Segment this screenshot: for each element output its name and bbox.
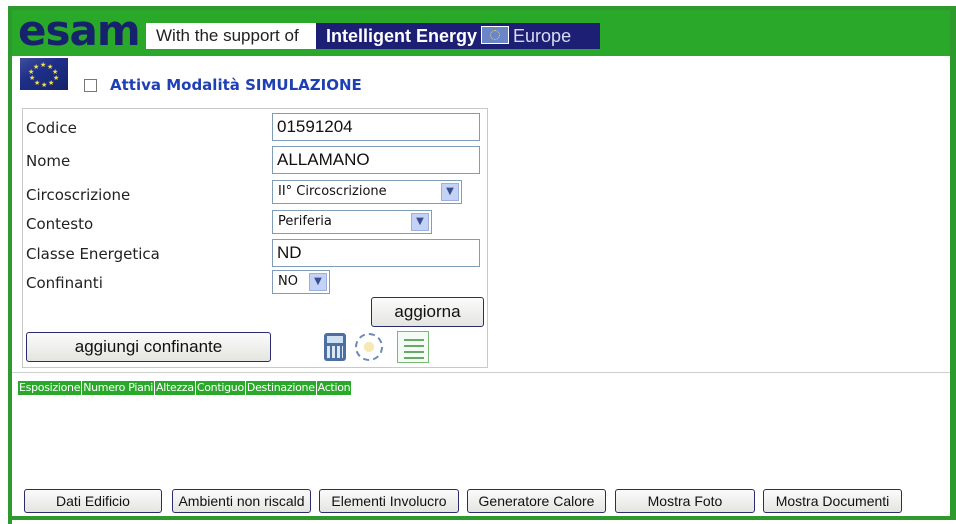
dati-edificio-button[interactable]: Dati Edificio: [24, 489, 162, 513]
contesto-select[interactable]: Periferia ▼: [272, 210, 432, 234]
support-text: With the support of: [146, 23, 316, 49]
ambienti-non-riscald-button[interactable]: Ambienti non riscald: [172, 489, 311, 513]
frame-border: [950, 6, 956, 516]
column-header: Esposizione: [18, 381, 83, 395]
mostra-documenti-button[interactable]: Mostra Documenti: [763, 489, 902, 513]
frame-border: [8, 516, 956, 520]
nome-field[interactable]: ALLAMANO: [272, 146, 480, 174]
chevron-down-icon[interactable]: ▼: [441, 183, 459, 201]
column-header: Numero Piani: [82, 381, 155, 395]
contesto-value: Periferia: [278, 214, 332, 229]
column-header: Contiguo: [195, 381, 246, 395]
globe-icon[interactable]: [355, 333, 383, 361]
confinanti-select[interactable]: NO ▼: [272, 270, 330, 294]
column-header: Action: [316, 381, 353, 395]
mostra-foto-button[interactable]: Mostra Foto: [615, 489, 755, 513]
program-region: Europe: [513, 26, 572, 46]
aggiungi-confinante-button[interactable]: aggiungi confinante: [26, 332, 271, 362]
nome-label: Nome: [26, 152, 71, 170]
eu-flag-icon: ★ ★ ★ ★ ★ ★ ★ ★ ★ ★: [20, 58, 68, 90]
frame-border: [8, 6, 12, 524]
section-divider: [12, 372, 950, 373]
codice-label: Codice: [26, 119, 77, 137]
intelligent-energy-logo: Intelligent Energy Europe: [316, 23, 600, 49]
simulation-label: Attiva Modalità SIMULAZIONE: [110, 76, 362, 94]
esam-logo: esam: [18, 6, 141, 55]
circoscrizione-label: Circoscrizione: [26, 186, 131, 204]
list-icon[interactable]: [397, 331, 429, 363]
classe-energetica-label: Classe Energetica: [26, 245, 160, 263]
confinanti-value: NO: [278, 274, 298, 289]
column-header: Altezza: [155, 381, 196, 395]
simulation-checkbox[interactable]: [84, 79, 97, 92]
aggiorna-button[interactable]: aggiorna: [371, 297, 484, 327]
table-header: Esposizione Numero Piani Altezza Contigu…: [18, 381, 353, 395]
chevron-down-icon[interactable]: ▼: [309, 273, 327, 291]
generatore-calore-button[interactable]: Generatore Calore: [467, 489, 606, 513]
column-header: Destinazione: [245, 381, 317, 395]
calculator-icon[interactable]: [324, 333, 346, 361]
codice-field[interactable]: 01591204: [272, 113, 480, 141]
chevron-down-icon[interactable]: ▼: [411, 213, 429, 231]
elementi-involucro-button[interactable]: Elementi Involucro: [319, 489, 459, 513]
circoscrizione-value: II° Circoscrizione: [278, 184, 387, 199]
classe-energetica-field[interactable]: ND: [272, 239, 480, 267]
confinanti-label: Confinanti: [26, 274, 103, 292]
contesto-label: Contesto: [26, 215, 94, 233]
header-banner: esam With the support of Intelligent Ene…: [12, 10, 950, 56]
eu-stars-icon: [481, 26, 510, 44]
program-name: Intelligent Energy: [326, 26, 478, 46]
circoscrizione-select[interactable]: II° Circoscrizione ▼: [272, 180, 462, 204]
